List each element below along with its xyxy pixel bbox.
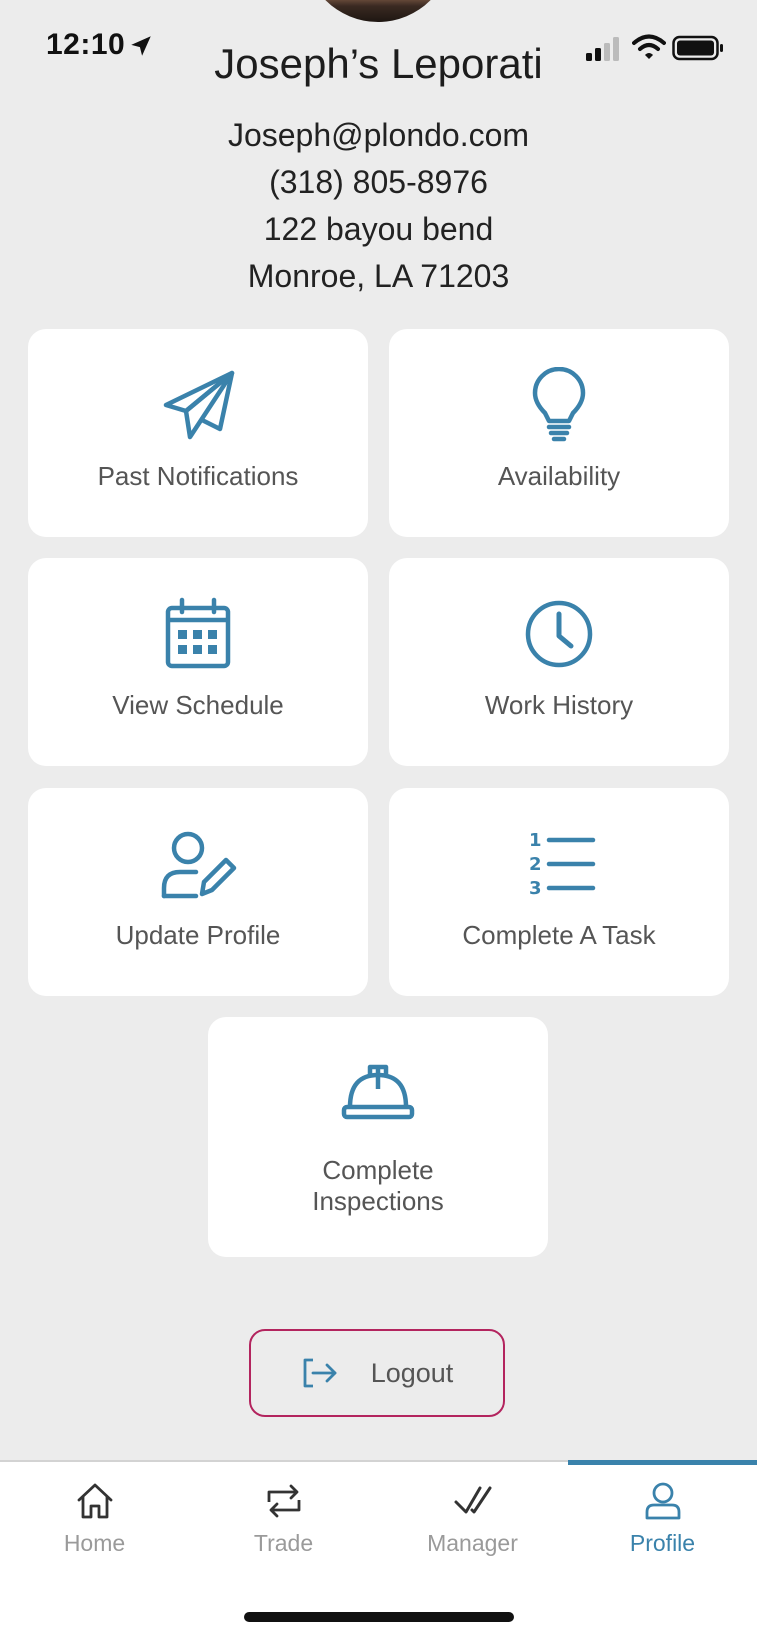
clock-icon xyxy=(525,600,593,668)
user-edit-icon xyxy=(161,831,237,899)
svg-text:1: 1 xyxy=(529,830,542,851)
tab-trade[interactable]: Trade xyxy=(189,1462,378,1572)
tab-label: Home xyxy=(63,1530,126,1556)
view-schedule-tile[interactable]: View Schedule xyxy=(28,558,368,766)
svg-text:2: 2 xyxy=(529,854,542,875)
lightbulb-icon xyxy=(532,367,586,442)
tab-label: Profile xyxy=(629,1530,696,1556)
tile-label: Update Profile xyxy=(115,920,281,950)
tab-manager[interactable]: Manager xyxy=(378,1462,567,1572)
work-history-tile[interactable]: Work History xyxy=(389,558,729,766)
checkmark-icon xyxy=(454,1486,491,1514)
home-indicator xyxy=(244,1612,514,1622)
complete-inspections-tile[interactable]: Complete Inspections xyxy=(208,1017,548,1257)
hard-hat-icon xyxy=(341,1064,415,1120)
trade-arrows-icon xyxy=(267,1484,300,1518)
tab-home[interactable]: Home xyxy=(0,1462,189,1572)
logout-icon xyxy=(303,1358,337,1388)
tile-label: Work History xyxy=(484,690,634,720)
update-profile-tile[interactable]: Update Profile xyxy=(28,788,368,996)
availability-tile[interactable]: Availability xyxy=(389,329,729,537)
tile-label: Past Notifications xyxy=(97,461,299,491)
tile-label: View Schedule xyxy=(112,690,284,720)
home-icon xyxy=(77,1483,112,1519)
complete-a-task-tile[interactable]: 1 2 3 Complete A Task xyxy=(389,788,729,996)
tile-label: Availability xyxy=(497,461,621,491)
profile-icon xyxy=(645,1482,680,1520)
profile-address-line1: 122 bayou bend xyxy=(263,211,494,247)
logout-label: Logout xyxy=(370,1357,454,1388)
calendar-icon xyxy=(165,597,231,669)
past-notifications-tile[interactable]: Past Notifications xyxy=(28,329,368,537)
tab-label: Manager xyxy=(427,1530,518,1556)
paper-plane-icon xyxy=(163,370,235,440)
tab-label: Trade xyxy=(253,1530,314,1556)
profile-phone: (318) 805-8976 xyxy=(269,164,488,200)
logout-button[interactable]: Logout xyxy=(249,1329,505,1417)
tile-label: Complete A Task xyxy=(462,920,656,950)
profile-email: Joseph@plondo.com xyxy=(227,117,530,153)
profile-name: Joseph’s Leporati xyxy=(214,40,543,87)
svg-text:3: 3 xyxy=(529,878,542,899)
profile-address-line2: Monroe, LA 71203 xyxy=(247,258,510,294)
tile-label: Complete Inspections xyxy=(312,1155,444,1216)
numbered-list-icon: 1 2 3 xyxy=(529,830,596,899)
tab-profile[interactable]: Profile xyxy=(568,1462,757,1572)
